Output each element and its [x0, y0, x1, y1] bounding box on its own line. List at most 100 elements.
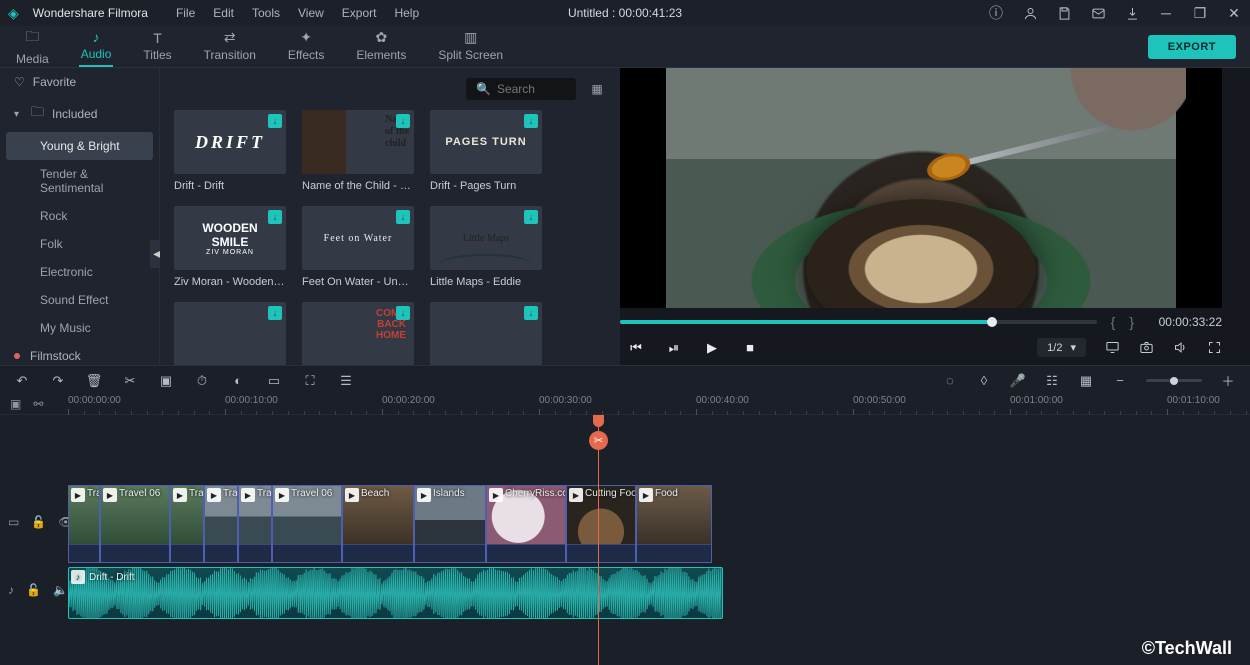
tab-elements[interactable]: ✿Elements: [354, 27, 408, 66]
render-icon[interactable]: ◌: [942, 373, 958, 389]
sidebar-item-sound-effect[interactable]: Sound Effect: [0, 286, 159, 314]
manage-tracks-icon[interactable]: ▣: [10, 397, 21, 411]
freeze-icon[interactable]: ⛶: [302, 373, 318, 389]
video-clip[interactable]: ▶Tra: [68, 485, 100, 563]
account-icon[interactable]: [1022, 5, 1038, 21]
voiceover-icon[interactable]: 🎤: [1010, 373, 1026, 389]
menu-export[interactable]: Export: [342, 6, 377, 20]
asset-item[interactable]: ↓: [174, 302, 286, 365]
scissors-icon[interactable]: ✂: [589, 431, 608, 450]
playhead-handle[interactable]: [593, 415, 604, 427]
menu-file[interactable]: File: [176, 6, 195, 20]
asset-item[interactable]: COMEBACKHOME↓: [302, 302, 414, 365]
audio-clip[interactable]: ♪Drift - Drift: [68, 567, 723, 619]
video-track-icon[interactable]: ▭: [8, 515, 19, 529]
prev-frame-icon[interactable]: ⏮: [628, 340, 644, 356]
video-clip[interactable]: ▶Food: [636, 485, 712, 563]
grid-view-icon[interactable]: ▦: [588, 80, 606, 98]
scrub-thumb[interactable]: [987, 317, 997, 327]
zoom-out-icon[interactable]: −: [1112, 373, 1128, 389]
download-badge-icon[interactable]: ↓: [396, 210, 410, 224]
video-clip[interactable]: ▶Travel 06: [100, 485, 170, 563]
mark-out-icon[interactable]: }: [1129, 314, 1134, 330]
stop-icon[interactable]: ■: [742, 340, 758, 356]
undo-icon[interactable]: ↶: [14, 373, 30, 389]
mark-in-icon[interactable]: {: [1111, 314, 1116, 330]
zoom-in-icon[interactable]: ＋: [1220, 373, 1236, 389]
asset-item[interactable]: DRIFT↓ Drift - Drift: [174, 110, 286, 192]
download-icon[interactable]: [1124, 5, 1140, 21]
tab-effects[interactable]: ✦Effects: [286, 27, 326, 66]
volume-icon[interactable]: [1172, 340, 1188, 356]
download-badge-icon[interactable]: ↓: [268, 306, 282, 320]
crop-icon[interactable]: ▣: [158, 373, 174, 389]
export-button[interactable]: EXPORT: [1148, 35, 1236, 59]
display-icon[interactable]: [1104, 340, 1120, 356]
play-icon[interactable]: ▶: [704, 340, 720, 356]
video-preview[interactable]: [620, 68, 1222, 308]
lock-icon[interactable]: 🔓: [26, 583, 41, 597]
window-close-icon[interactable]: ✕: [1226, 5, 1242, 21]
video-clip[interactable]: ▶Tra: [204, 485, 238, 563]
lock-icon[interactable]: 🔓: [31, 515, 46, 529]
download-badge-icon[interactable]: ↓: [268, 210, 282, 224]
greenscreen-icon[interactable]: ▭: [266, 373, 282, 389]
menu-edit[interactable]: Edit: [213, 6, 234, 20]
asset-item[interactable]: Little Maps↓ Little Maps - Eddie: [430, 206, 542, 288]
adjust-icon[interactable]: ☰: [338, 373, 354, 389]
download-badge-icon[interactable]: ↓: [524, 306, 538, 320]
tab-audio[interactable]: ♪Audio: [79, 27, 114, 67]
window-minimize-icon[interactable]: ─: [1158, 5, 1174, 21]
asset-item[interactable]: Nameof thechild↓ Name of the Child - Mot…: [302, 110, 414, 192]
download-badge-icon[interactable]: ↓: [524, 114, 538, 128]
sidebar-favorite[interactable]: ♡Favorite: [0, 68, 159, 96]
sidebar-item-electronic[interactable]: Electronic: [0, 258, 159, 286]
link-icon[interactable]: ⚯: [33, 397, 43, 411]
sidebar-filmstock[interactable]: Filmstock: [0, 342, 159, 365]
video-clip[interactable]: ▶CherryRiss.com: [486, 485, 566, 563]
tab-media[interactable]: 🗀Media: [14, 24, 51, 70]
mail-icon[interactable]: [1090, 5, 1106, 21]
video-clip[interactable]: ▶Cutting Food: [566, 485, 636, 563]
audio-track-icon[interactable]: ♪: [8, 583, 14, 597]
search-input[interactable]: [497, 82, 567, 96]
save-icon[interactable]: [1056, 5, 1072, 21]
video-clip[interactable]: ▶Tra: [170, 485, 204, 563]
window-restore-icon[interactable]: ❐: [1192, 5, 1208, 21]
preview-quality-select[interactable]: 1/2▾: [1037, 338, 1086, 357]
playhead[interactable]: ✂: [598, 415, 599, 665]
info-icon[interactable]: ⓘ: [988, 5, 1004, 21]
download-badge-icon[interactable]: ↓: [524, 210, 538, 224]
snapshot2-icon[interactable]: ▦: [1078, 373, 1094, 389]
menu-tools[interactable]: Tools: [252, 6, 280, 20]
menu-view[interactable]: View: [298, 6, 324, 20]
play-pause-icon[interactable]: ⏯: [666, 340, 682, 356]
menu-help[interactable]: Help: [394, 6, 419, 20]
video-track[interactable]: ▶Tra▶Travel 06▶Tra▶Tra▶Tra▶Travel 06▶Bea…: [68, 485, 712, 563]
zoom-thumb[interactable]: [1170, 377, 1178, 385]
delete-icon[interactable]: 🗑: [86, 373, 102, 389]
video-clip[interactable]: ▶Beach: [342, 485, 414, 563]
sidebar-item-young-bright[interactable]: Young & Bright: [6, 132, 153, 160]
tab-transition[interactable]: ⇄Transition: [202, 27, 258, 66]
sidebar-item-folk[interactable]: Folk: [0, 230, 159, 258]
tab-titles[interactable]: TTitles: [141, 28, 173, 66]
asset-item[interactable]: PAGES TURN↓ Drift - Pages Turn: [430, 110, 542, 192]
video-clip[interactable]: ▶Islands: [414, 485, 486, 563]
timeline-ruler[interactable]: 00:00:00:0000:00:10:0000:00:20:0000:00:3…: [68, 395, 1250, 414]
tab-splitscreen[interactable]: ▥Split Screen: [436, 27, 505, 66]
marker-icon[interactable]: ◊: [976, 373, 992, 389]
redo-icon[interactable]: ↷: [50, 373, 66, 389]
video-clip[interactable]: ▶Tra: [238, 485, 272, 563]
fullscreen-icon[interactable]: [1206, 340, 1222, 356]
scrub-track[interactable]: [620, 320, 1097, 324]
search-box[interactable]: 🔍: [466, 78, 576, 100]
color-icon[interactable]: ◐: [230, 373, 246, 389]
sidebar-item-rock[interactable]: Rock: [0, 202, 159, 230]
asset-item[interactable]: Feet on Water↓ Feet On Water - Unexpec..…: [302, 206, 414, 288]
download-badge-icon[interactable]: ↓: [396, 114, 410, 128]
mixer-icon[interactable]: ☷: [1044, 373, 1060, 389]
mute-icon[interactable]: 🔈: [53, 583, 68, 597]
sidebar-included[interactable]: ▾🗀Included: [0, 96, 159, 132]
asset-item[interactable]: ↓: [430, 302, 542, 365]
